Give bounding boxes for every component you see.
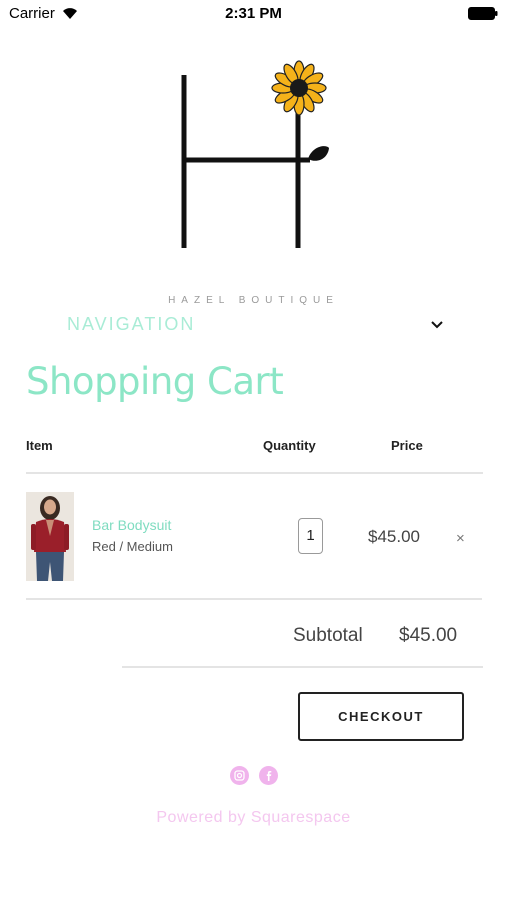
page-title: Shopping Cart	[26, 360, 284, 403]
status-time: 2:31 PM	[225, 5, 282, 22]
column-header-quantity: Quantity	[263, 438, 316, 453]
navigation-toggle[interactable]: NAVIGATION	[67, 314, 195, 335]
item-price: $45.00	[368, 527, 420, 546]
chevron-down-icon[interactable]	[430, 320, 444, 330]
quantity-input[interactable]: 1	[298, 518, 323, 554]
product-thumbnail[interactable]	[26, 492, 74, 581]
product-variant: Red / Medium	[92, 539, 173, 554]
divider	[26, 598, 482, 600]
brand-name: HAZEL BOUTIQUE	[168, 295, 339, 306]
remove-item-button[interactable]: ×	[456, 530, 465, 547]
subtotal-label: Subtotal	[293, 625, 363, 646]
status-bar: Carrier 2:31 PM	[0, 0, 507, 28]
facebook-icon[interactable]	[259, 766, 278, 785]
sunflower-h-logo[interactable]	[170, 58, 340, 253]
instagram-icon[interactable]	[230, 766, 249, 785]
divider	[26, 472, 483, 474]
checkout-button[interactable]: CHECKOUT	[298, 692, 464, 741]
divider	[122, 666, 483, 668]
column-header-price: Price	[391, 438, 423, 453]
cart-item-row: Bar Bodysuit Red / Medium 1 $45.00 ×	[26, 492, 482, 582]
powered-by-link[interactable]: Powered by Squarespace	[0, 809, 507, 827]
column-header-item: Item	[26, 438, 53, 453]
product-name[interactable]: Bar Bodysuit	[92, 517, 171, 533]
battery-icon	[468, 7, 498, 20]
subtotal-value: $45.00	[399, 625, 458, 646]
